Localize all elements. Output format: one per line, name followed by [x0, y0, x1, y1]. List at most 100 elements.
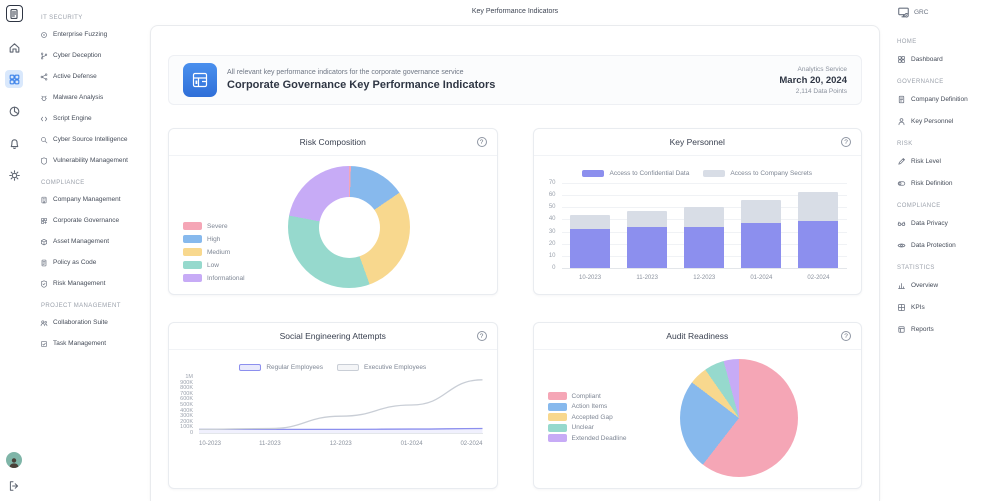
sidebar-item-malware-analysis[interactable]: Malware Analysis	[28, 87, 150, 108]
target-icon	[40, 31, 48, 39]
rail-home-button[interactable]	[5, 38, 23, 56]
sidebar-item-active-defense[interactable]: Active Defense	[28, 66, 150, 87]
nav-item-key-personnel[interactable]: Key Personnel	[885, 110, 1000, 132]
sidebar-item-cyber-deception[interactable]: Cyber Deception	[28, 45, 150, 66]
nav-item-risk-definition[interactable]: Risk Definition	[885, 172, 1000, 194]
doc-icon	[897, 95, 906, 104]
kpi-header-title: Corporate Governance Key Performance Ind…	[227, 79, 495, 91]
sidebar-item-enterprise-fuzzing[interactable]: Enterprise Fuzzing	[28, 24, 150, 45]
sidebar-item-company-management[interactable]: Company Management	[28, 189, 150, 210]
sidebar-item-script-engine[interactable]: Script Engine	[28, 108, 150, 129]
rail-bell-button[interactable]	[5, 134, 23, 152]
sidebar-item-cyber-source-intelligence[interactable]: Cyber Source Intelligence	[28, 129, 150, 150]
legend-item[interactable]: Medium	[183, 248, 245, 256]
line-plot: 0100K200K300K400K500K600K700K800K900K1M1…	[199, 377, 483, 433]
bar-12-2023	[684, 183, 724, 268]
help-icon[interactable]: ?	[477, 137, 487, 147]
app-logo[interactable]	[6, 5, 23, 22]
legend-item[interactable]: Low	[183, 261, 245, 269]
legend-swatch	[548, 434, 567, 442]
bar-02-2024	[798, 183, 838, 268]
legend-swatch	[183, 248, 202, 256]
legend-swatch	[183, 222, 202, 230]
legend-swatch	[548, 424, 567, 432]
legend-item[interactable]: High	[183, 235, 245, 243]
sidebar-section-label: PROJECT MANAGEMENT	[41, 303, 150, 309]
nav-section-label: STATISTICS	[897, 265, 1000, 271]
legend-item[interactable]: Extended Deadline	[548, 434, 627, 442]
legend-item[interactable]: Severe	[183, 222, 245, 230]
legend-item[interactable]: Compliant	[548, 392, 627, 400]
sidebar-item-policy-as-code[interactable]: Policy as Code	[28, 252, 150, 273]
legend-swatch	[239, 364, 261, 371]
sidebar-item-corporate-governance[interactable]: Corporate Governance	[28, 210, 150, 231]
branch-icon	[40, 52, 48, 60]
kpi-header-subtitle: All relevant key performance indicators …	[227, 69, 495, 76]
chart-area: Regular Employees Executive Employees 010…	[169, 350, 497, 488]
rail-pie-button[interactable]	[5, 102, 23, 120]
people-icon	[40, 319, 48, 327]
help-icon[interactable]: ?	[477, 331, 487, 341]
logout-button[interactable]	[5, 477, 23, 495]
charts-grid: Risk Composition ? Severe High Medium Lo…	[168, 128, 862, 489]
nav-item-company-definition[interactable]: Company Definition	[885, 88, 1000, 110]
data-points-count: 2,114 Data Points	[779, 88, 847, 95]
legend-item[interactable]: Unclear	[548, 424, 627, 432]
sidebar-item-vulnerability-management[interactable]: Vulnerability Management	[28, 150, 150, 171]
legend-swatch	[548, 413, 567, 421]
analytics-service-label: Analytics Service	[779, 66, 847, 73]
chart-area: Compliant Action Items Accepted Gap Uncl…	[534, 350, 862, 488]
main-panel: All relevant key performance indicators …	[150, 25, 880, 501]
toggle-icon	[897, 179, 906, 188]
grid-icon	[897, 303, 906, 312]
chart-title: Social Engineering Attempts	[280, 331, 386, 341]
chart-card-social-engineering-attempts: Social Engineering Attempts ? Regular Em…	[168, 322, 498, 489]
legend-item[interactable]: Access to Confidential Data	[582, 170, 689, 177]
icon-rail	[0, 0, 28, 501]
sidebar-item-collaboration-suite[interactable]: Collaboration Suite	[28, 312, 150, 333]
sidebar-section-label: IT SECURITY	[41, 15, 150, 21]
legend-swatch	[337, 364, 359, 371]
nav-item-data-privacy[interactable]: Data Privacy	[885, 212, 1000, 234]
chart-title: Audit Readiness	[666, 331, 728, 341]
grc-badge[interactable]: GRC	[897, 6, 928, 19]
help-icon[interactable]: ?	[841, 331, 851, 341]
chart-legend: Regular Employees Executive Employees	[169, 364, 497, 371]
legend-item[interactable]: Executive Employees	[337, 364, 426, 371]
rail-dashboard-button[interactable]	[5, 70, 23, 88]
sidebar-item-task-management[interactable]: Task Management	[28, 333, 150, 354]
nav-item-data-protection[interactable]: Data Protection	[885, 234, 1000, 256]
sidebar-item-asset-management[interactable]: Asset Management	[28, 231, 150, 252]
bar-11-2023	[627, 183, 667, 268]
user-avatar[interactable]	[6, 452, 22, 468]
griddoc-icon	[40, 217, 48, 225]
legend-item[interactable]: Regular Employees	[239, 364, 323, 371]
legend-swatch	[703, 170, 725, 177]
legend-swatch	[548, 392, 567, 400]
legend-item[interactable]: Access to Company Secrets	[703, 170, 812, 177]
bar-01-2024	[741, 183, 781, 268]
nav-item-kpis[interactable]: KPIs	[885, 296, 1000, 318]
help-icon[interactable]: ?	[841, 137, 851, 147]
legend-item[interactable]: Action Items	[548, 403, 627, 411]
nav-section-label: GOVERNANCE	[897, 79, 1000, 85]
sidebar-item-risk-management[interactable]: Risk Management	[28, 273, 150, 294]
report-date: March 20, 2024	[779, 75, 847, 86]
chart-title: Risk Composition	[300, 137, 366, 147]
nav-item-risk-level[interactable]: Risk Level	[885, 150, 1000, 172]
legend-item[interactable]: Informational	[183, 274, 245, 282]
dashboard-icon	[897, 55, 906, 64]
share-icon	[40, 73, 48, 81]
legend-item[interactable]: Accepted Gap	[548, 413, 627, 421]
legend-swatch	[548, 403, 567, 411]
rail-gear-button[interactable]	[5, 166, 23, 184]
pie-icon	[8, 105, 21, 118]
nav-item-dashboard[interactable]: Dashboard	[885, 48, 1000, 70]
nav-item-reports[interactable]: Reports	[885, 318, 1000, 340]
person-icon	[897, 117, 906, 126]
grc-label: GRC	[914, 9, 928, 16]
chart-card-key-personnel: Key Personnel ? Access to Confidential D…	[533, 128, 863, 295]
nav-item-overview[interactable]: Overview	[885, 274, 1000, 296]
building-icon	[40, 196, 48, 204]
task-icon	[40, 340, 48, 348]
